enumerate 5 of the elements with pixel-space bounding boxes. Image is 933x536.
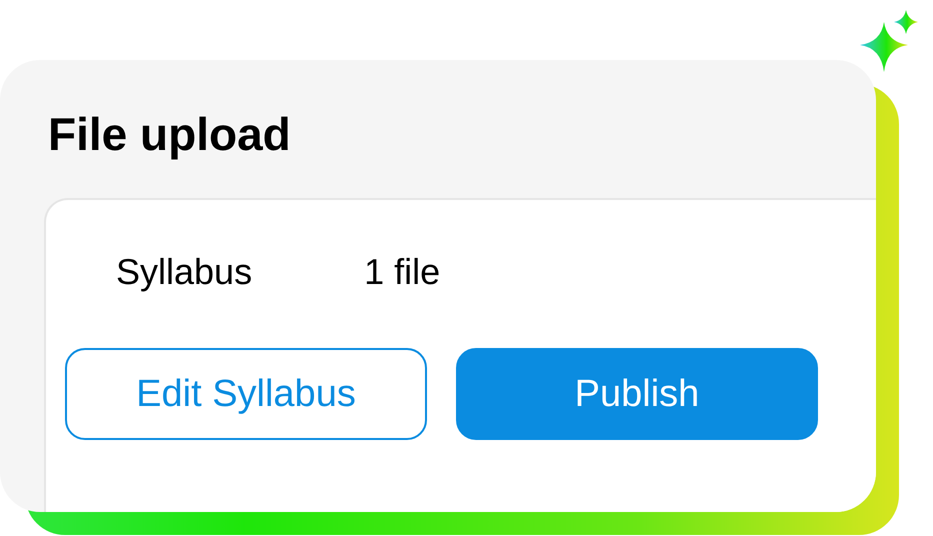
edit-button[interactable]: Edit Syllabus: [65, 348, 427, 440]
card-title: File upload: [48, 107, 291, 162]
item-name: Syllabus: [116, 250, 252, 294]
file-count: 1 file: [364, 250, 440, 294]
publish-button[interactable]: Publish: [456, 348, 818, 440]
